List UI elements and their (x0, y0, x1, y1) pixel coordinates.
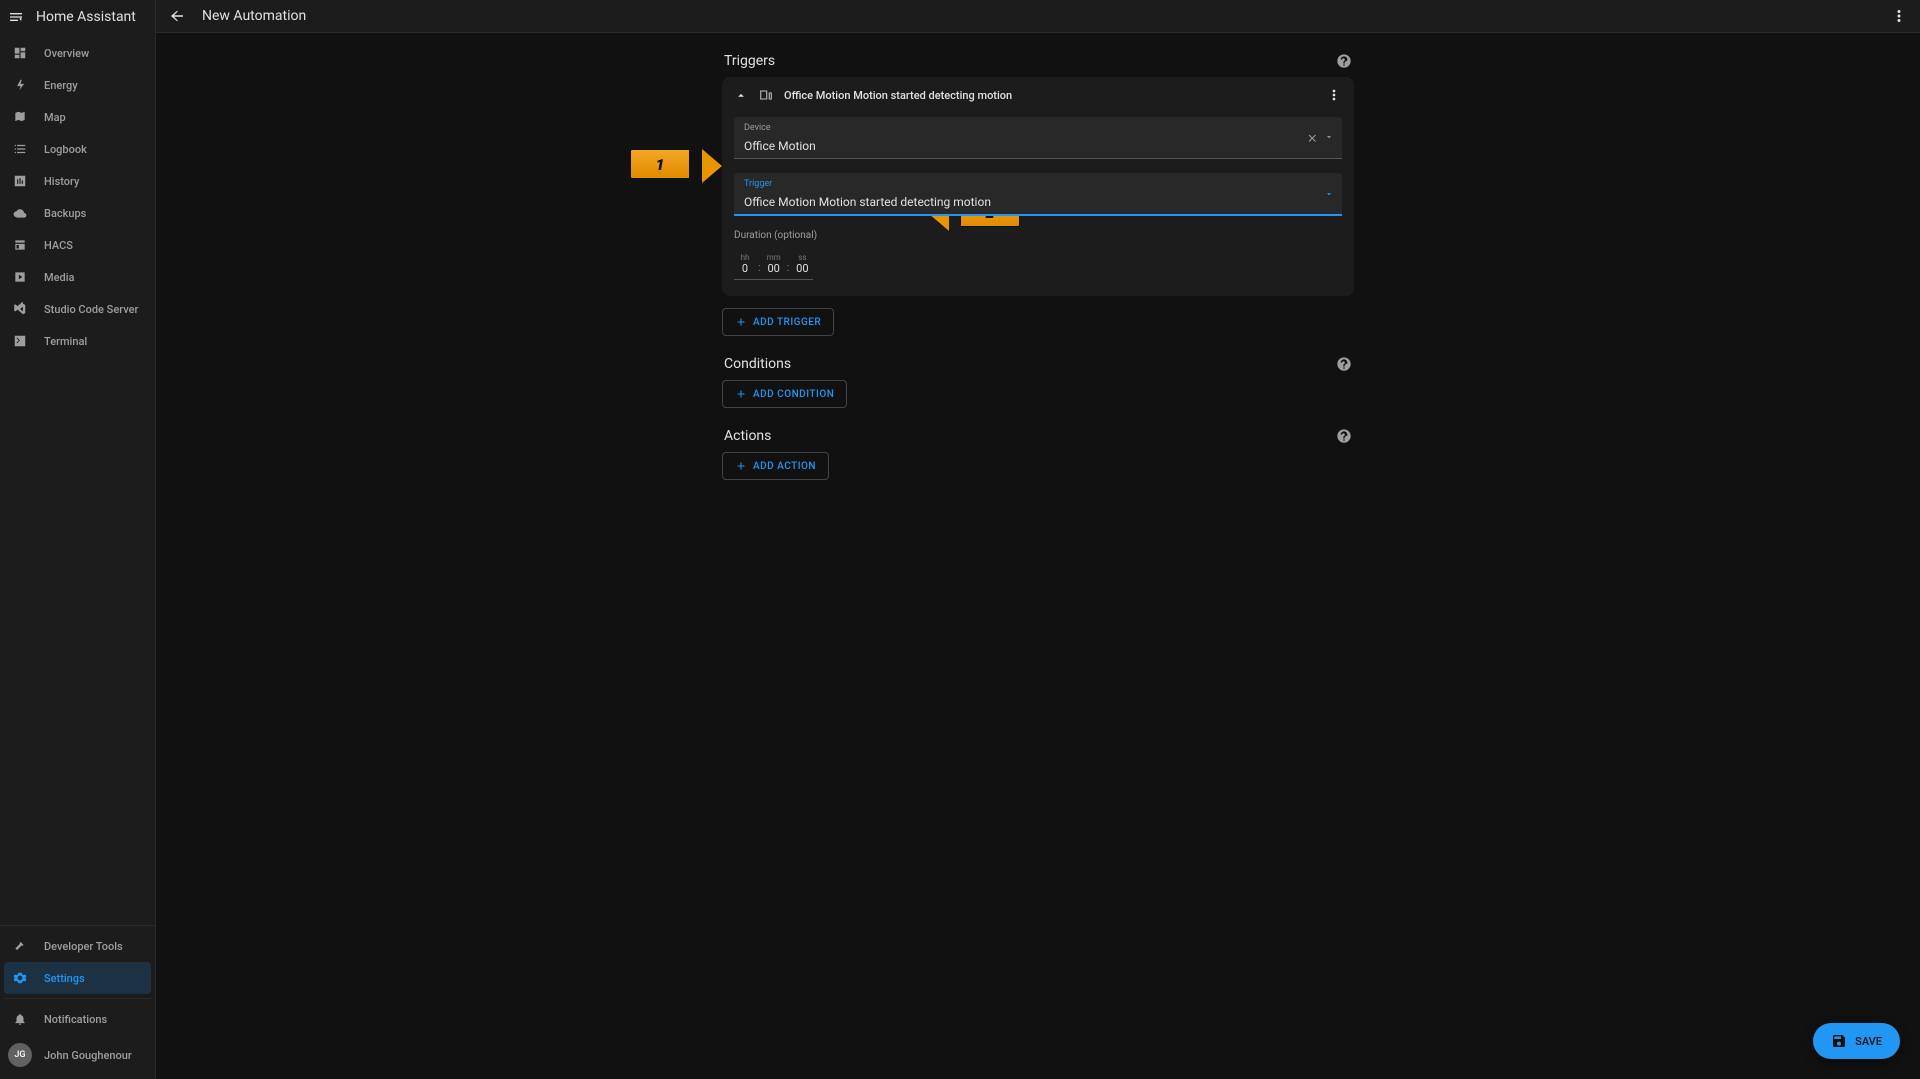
sidebar-bottom: Developer Tools Settings Notifications J… (0, 925, 155, 1079)
profile-name: John Goughenour (44, 1049, 132, 1062)
add-action-label: Add Action (753, 461, 816, 472)
play-box-icon (12, 269, 28, 285)
section-title: Actions (724, 428, 771, 444)
help-icon[interactable] (1336, 356, 1352, 372)
map-icon (12, 109, 28, 125)
sidebar-item-label: Notifications (44, 1013, 107, 1026)
sidebar-item-label: Studio Code Server (44, 303, 138, 316)
section-header-conditions: Conditions (722, 356, 1354, 372)
sidebar-item-overview[interactable]: Overview (4, 37, 151, 69)
help-icon[interactable] (1336, 428, 1352, 444)
lightning-icon (12, 77, 28, 93)
back-icon[interactable] (168, 7, 186, 25)
ss-label: ss (798, 253, 806, 262)
chart-icon (12, 173, 28, 189)
duration-ss[interactable] (791, 262, 813, 275)
card-header: Office Motion Motion started detecting m… (722, 77, 1354, 113)
duration-label: Duration (optional) (734, 230, 1342, 241)
sidebar-item-map[interactable]: Map (4, 101, 151, 133)
help-icon[interactable] (1336, 53, 1352, 69)
clear-icon[interactable] (1306, 132, 1318, 144)
avatar: JG (8, 1043, 32, 1067)
field-label: Device (744, 123, 1332, 133)
hammer-icon (12, 938, 28, 954)
duration-hh[interactable] (734, 262, 756, 275)
list-icon (12, 141, 28, 157)
main: New Automation Triggers 1 2 (156, 0, 1920, 1079)
sidebar-item-label: Terminal (44, 335, 87, 348)
sidebar-item-label: Overview (44, 47, 89, 60)
terminal-icon (12, 333, 28, 349)
content: Triggers 1 2 Office Motion Motion starte… (156, 33, 1920, 1079)
sidebar-item-devtools[interactable]: Developer Tools (4, 930, 151, 962)
sidebar-item-label: Logbook (44, 143, 87, 156)
cloud-icon (12, 205, 28, 221)
section-header-actions: Actions (722, 428, 1354, 444)
sidebar-item-label: Energy (44, 79, 78, 92)
sidebar-item-hacs[interactable]: HACS (4, 229, 151, 261)
store-icon (12, 237, 28, 253)
section-title: Triggers (724, 53, 775, 69)
nav-main: Overview Energy Map Logbook History Back… (0, 33, 155, 925)
sidebar-item-terminal[interactable]: Terminal (4, 325, 151, 357)
add-condition-button[interactable]: Add Condition (722, 380, 847, 408)
sidebar-item-notifications[interactable]: Notifications (4, 1003, 151, 1035)
hh-label: hh (741, 253, 750, 262)
sidebar-item-label: Settings (44, 972, 85, 985)
sidebar-item-logbook[interactable]: Logbook (4, 133, 151, 165)
dashboard-icon (12, 45, 28, 61)
section-title: Conditions (724, 356, 791, 372)
hamburger-icon[interactable] (8, 9, 24, 25)
device-field[interactable]: Device (734, 117, 1342, 159)
sidebar-header: Home Assistant (0, 0, 155, 33)
add-trigger-label: Add Trigger (753, 317, 821, 328)
dropdown-icon[interactable] (1324, 189, 1334, 199)
sidebar-item-label: Developer Tools (44, 940, 123, 953)
trigger-input[interactable] (744, 195, 1332, 209)
mm-label: mm (767, 253, 781, 262)
sidebar-item-studio-code[interactable]: Studio Code Server (4, 293, 151, 325)
trigger-card: 1 2 Office Motion Motion started detecti… (722, 77, 1354, 296)
sidebar-item-settings[interactable]: Settings (4, 962, 151, 994)
sidebar-item-energy[interactable]: Energy (4, 69, 151, 101)
gear-icon (12, 970, 28, 986)
add-action-button[interactable]: Add Action (722, 452, 829, 480)
sidebar-item-profile[interactable]: JG John Goughenour (4, 1035, 151, 1075)
chevron-up-icon[interactable] (734, 88, 748, 102)
sidebar-item-backups[interactable]: Backups (4, 197, 151, 229)
dropdown-icon[interactable] (1324, 132, 1334, 144)
topbar: New Automation (156, 0, 1920, 33)
annotation-arrow-1: 1 (630, 149, 710, 183)
card-body: Device Trigger (722, 113, 1354, 296)
more-icon[interactable] (1890, 7, 1908, 25)
add-condition-label: Add Condition (753, 389, 834, 400)
field-label: Trigger (744, 179, 1332, 189)
vscode-icon (12, 301, 28, 317)
page-title: New Automation (202, 8, 1874, 24)
sidebar: Home Assistant Overview Energy Map Logbo… (0, 0, 156, 1079)
sidebar-item-label: History (44, 175, 79, 188)
card-title: Office Motion Motion started detecting m… (784, 89, 1316, 102)
save-button[interactable]: SAVE (1813, 1023, 1900, 1059)
sidebar-item-label: HACS (44, 239, 73, 252)
app-title: Home Assistant (36, 9, 136, 25)
device-icon (758, 87, 774, 103)
section-header-triggers: Triggers (722, 53, 1354, 69)
card-more-icon[interactable] (1326, 87, 1342, 103)
sidebar-item-media[interactable]: Media (4, 261, 151, 293)
sidebar-item-label: Map (44, 111, 66, 124)
sidebar-item-history[interactable]: History (4, 165, 151, 197)
bell-icon (12, 1011, 28, 1027)
add-trigger-button[interactable]: Add Trigger (722, 308, 834, 336)
device-input[interactable] (744, 139, 1332, 153)
duration-row: hh : mm : ss (734, 253, 813, 280)
trigger-field[interactable]: Trigger (734, 173, 1342, 216)
duration-mm[interactable] (763, 262, 785, 275)
sidebar-item-label: Backups (44, 207, 86, 220)
save-label: SAVE (1855, 1035, 1882, 1048)
sidebar-item-label: Media (44, 271, 74, 284)
